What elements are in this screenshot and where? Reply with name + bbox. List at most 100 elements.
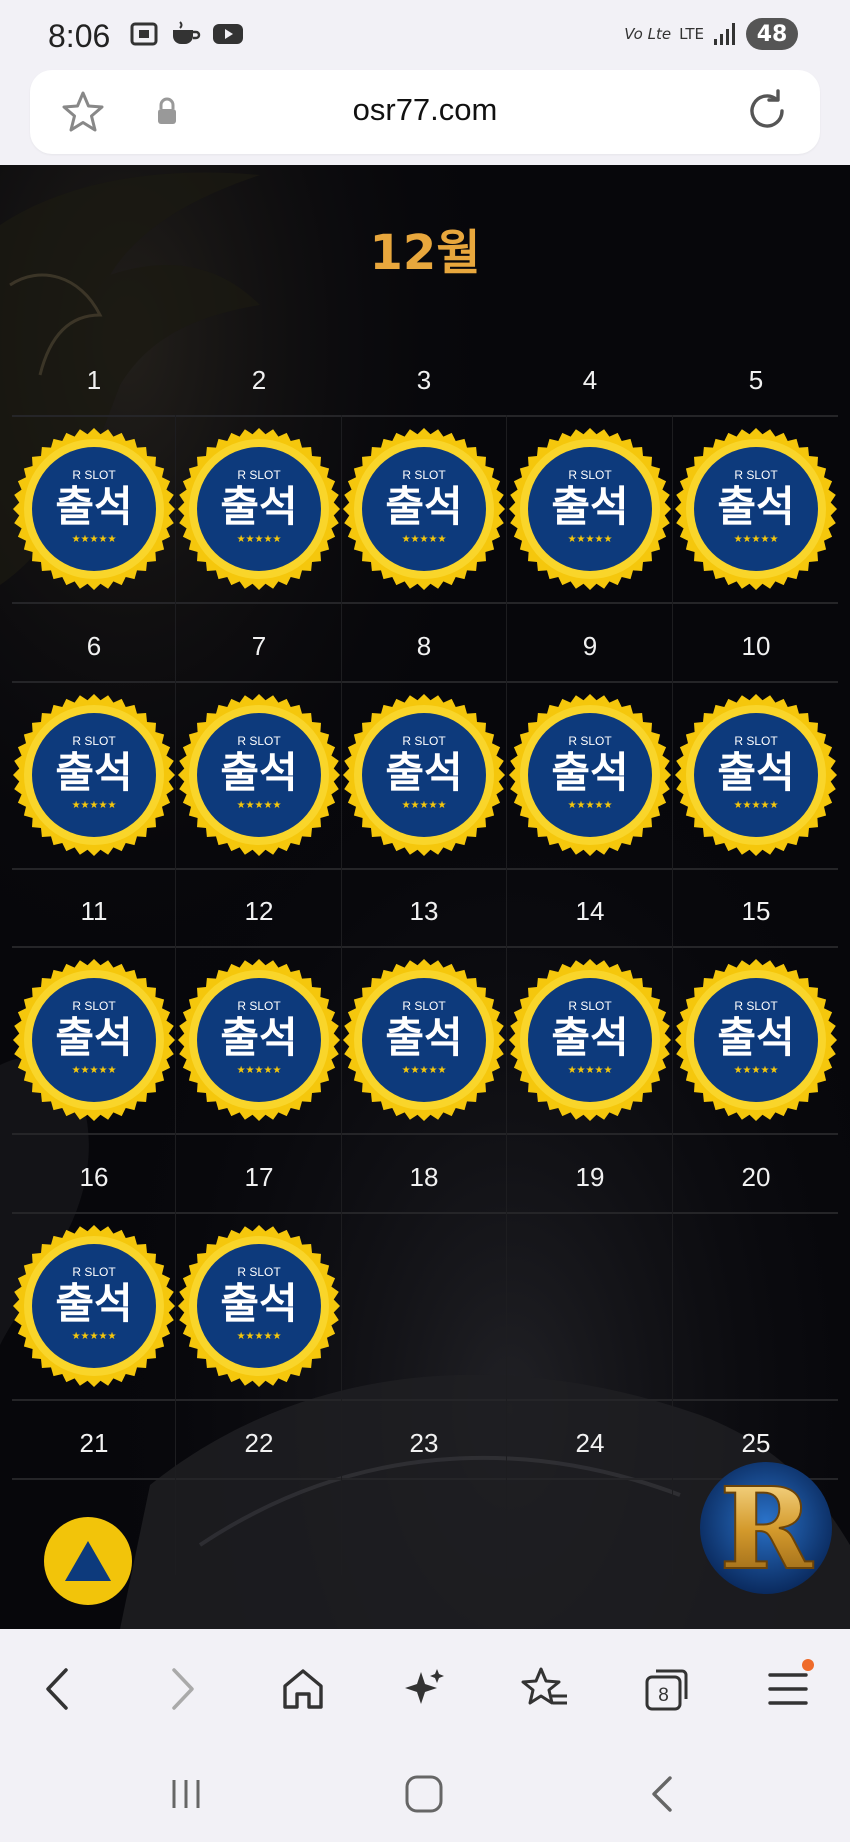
badge-brand: R SLOT	[568, 734, 612, 748]
calendar-day-2: 2	[251, 365, 267, 395]
home-button[interactable]	[273, 1659, 333, 1719]
grid-line	[12, 681, 838, 683]
tab-count: 8	[658, 1685, 669, 1706]
attendance-badge-day-8: R SLOT 출석 ★★★★★	[343, 694, 505, 856]
reload-icon[interactable]	[744, 88, 790, 134]
grid-line	[12, 1212, 838, 1214]
system-back-button[interactable]	[632, 1771, 692, 1817]
battery-indicator: 48	[746, 18, 798, 50]
calendar-day-14: 14	[575, 896, 605, 926]
badge-label: 출석	[717, 748, 794, 797]
grid-column-line	[672, 415, 673, 1575]
tabs-button[interactable]: 8	[636, 1659, 696, 1719]
forward-button[interactable]	[152, 1659, 212, 1719]
attendance-badge-day-16: R SLOT 출석 ★★★★★	[13, 1225, 175, 1387]
back-arrow-icon	[652, 1776, 672, 1812]
badge-brand: R SLOT	[734, 734, 778, 748]
grid-line	[12, 415, 838, 417]
calendar-day-23: 23	[409, 1428, 439, 1458]
recent-apps-button[interactable]	[156, 1771, 216, 1817]
attendance-badge-day-17: R SLOT 출석 ★★★★★	[178, 1225, 340, 1387]
ai-sparkle-button[interactable]	[394, 1659, 454, 1719]
badge-stars: ★★★★★	[734, 534, 779, 545]
badge-label: 출석	[717, 1013, 794, 1062]
badge-stars: ★★★★★	[568, 800, 613, 811]
badge-label: 출석	[551, 482, 628, 531]
tabs-icon: 8	[645, 1669, 688, 1711]
calendar-day-22: 22	[244, 1428, 274, 1458]
calendar-day-25: 25	[741, 1428, 771, 1458]
badge-brand: R SLOT	[402, 468, 446, 482]
home-square-icon	[405, 1775, 443, 1813]
badge-label: 출석	[385, 748, 462, 797]
grid-line	[12, 602, 838, 604]
chevron-right-icon	[172, 1668, 194, 1710]
badge-stars: ★★★★★	[72, 800, 117, 811]
youtube-icon	[213, 24, 243, 44]
calendar-day-17: 17	[244, 1162, 274, 1192]
badge-stars: ★★★★★	[568, 534, 613, 545]
grid-line	[12, 868, 838, 870]
home-system-button[interactable]	[394, 1771, 454, 1817]
badge-label: 출석	[55, 748, 132, 797]
month-title: 12월	[369, 225, 481, 281]
badge-label: 출석	[220, 748, 297, 797]
sparkle-icon	[405, 1669, 444, 1704]
badge-label: 출석	[55, 1279, 132, 1328]
scroll-to-top-button[interactable]	[44, 1517, 132, 1605]
attendance-badge-day-1: R SLOT 출석 ★★★★★	[13, 428, 175, 590]
status-time: 8:06	[48, 18, 111, 54]
bookmarks-button[interactable]	[515, 1659, 575, 1719]
attendance-badge-day-5: R SLOT 출석 ★★★★★	[675, 428, 837, 590]
calendar-day-16: 16	[79, 1162, 109, 1192]
chevron-left-icon	[46, 1668, 68, 1710]
grid-line	[12, 1133, 838, 1135]
badge-stars: ★★★★★	[237, 534, 282, 545]
calendar-day-15: 15	[741, 896, 771, 926]
badge-brand: R SLOT	[237, 1265, 281, 1279]
badge-brand: R SLOT	[72, 468, 116, 482]
badge-brand: R SLOT	[734, 468, 778, 482]
badge-label: 출석	[55, 482, 132, 531]
attendance-badge-day-6: R SLOT 출석 ★★★★★	[13, 694, 175, 856]
badge-stars: ★★★★★	[237, 800, 282, 811]
attendance-badge-day-9: R SLOT 출석 ★★★★★	[509, 694, 671, 856]
calendar-day-9: 9	[582, 631, 598, 661]
attendance-badge-day-2: R SLOT 출석 ★★★★★	[178, 428, 340, 590]
recent-apps-icon	[172, 1780, 200, 1808]
system-navigation-bar	[0, 1749, 850, 1842]
badge-brand: R SLOT	[72, 999, 116, 1013]
attendance-badge-day-12: R SLOT 출석 ★★★★★	[178, 959, 340, 1121]
calendar-day-5: 5	[748, 365, 764, 395]
r-logo-letter: R	[719, 1464, 813, 1595]
screenshot-icon	[130, 22, 158, 46]
badge-stars: ★★★★★	[402, 534, 447, 545]
calendar-day-20: 20	[741, 1162, 771, 1192]
attendance-badge-day-4: R SLOT 출석 ★★★★★	[509, 428, 671, 590]
status-notification-icons	[128, 20, 244, 48]
r-slot-logo-button[interactable]: R	[698, 1460, 834, 1596]
badge-brand: R SLOT	[402, 999, 446, 1013]
badge-stars: ★★★★★	[568, 1065, 613, 1076]
attendance-badge-day-14: R SLOT 출석 ★★★★★	[509, 959, 671, 1121]
status-bar: 8:06 Vo Lte LTE 48	[0, 0, 850, 70]
calendar-day-10: 10	[741, 631, 771, 661]
badge-stars: ★★★★★	[72, 1065, 117, 1076]
menu-button[interactable]	[758, 1659, 818, 1719]
address-bar[interactable]: osr77.com	[30, 70, 820, 154]
calendar-day-19: 19	[575, 1162, 605, 1192]
badge-label: 출석	[220, 1013, 297, 1062]
badge-label: 출석	[551, 1013, 628, 1062]
badge-brand: R SLOT	[237, 999, 281, 1013]
notification-dot	[802, 1659, 814, 1671]
calendar-day-4: 4	[582, 365, 598, 395]
url-domain[interactable]: osr77.com	[30, 92, 820, 128]
badge-brand: R SLOT	[237, 468, 281, 482]
back-button[interactable]	[28, 1659, 88, 1719]
badge-stars: ★★★★★	[402, 800, 447, 811]
badge-brand: R SLOT	[402, 734, 446, 748]
grid-line	[12, 946, 838, 948]
badge-brand: R SLOT	[734, 999, 778, 1013]
badge-brand: R SLOT	[237, 734, 281, 748]
browser-bottom-toolbar: 8	[0, 1629, 850, 1749]
